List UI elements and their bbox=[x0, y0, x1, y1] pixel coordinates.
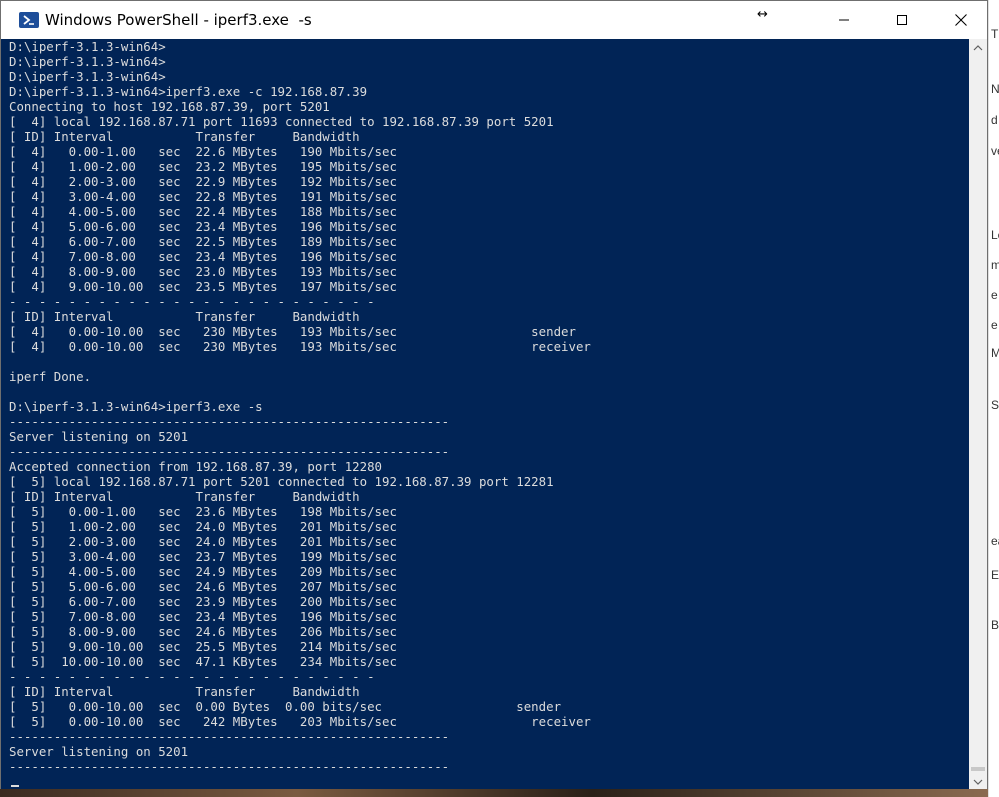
console-line: D:\iperf-3.1.3-win64>iperf3.exe -s bbox=[9, 399, 263, 414]
console-line: [ 5] 5.00-6.00 sec 24.6 MBytes 207 Mbits… bbox=[9, 579, 397, 594]
powershell-icon bbox=[19, 12, 39, 28]
background-text-fragment: E bbox=[991, 568, 999, 582]
maximize-icon bbox=[897, 15, 907, 25]
console-line: [ 5] 8.00-9.00 sec 24.6 MBytes 206 Mbits… bbox=[9, 624, 397, 639]
console-line: [ 4] 9.00-10.00 sec 23.5 MBytes 197 Mbit… bbox=[9, 279, 397, 294]
console-line: [ 4] 0.00-1.00 sec 22.6 MBytes 190 Mbits… bbox=[9, 144, 397, 159]
console-line: [ 4] 3.00-4.00 sec 22.8 MBytes 191 Mbits… bbox=[9, 189, 397, 204]
scroll-down-button[interactable] bbox=[969, 773, 987, 790]
console-line: [ 5] 6.00-7.00 sec 23.9 MBytes 200 Mbits… bbox=[9, 594, 397, 609]
console-line: [ 5] 7.00-8.00 sec 23.4 MBytes 196 Mbits… bbox=[9, 609, 397, 624]
console-line: Server listening on 5201 bbox=[9, 744, 189, 759]
resize-arrows-icon: ↔ bbox=[757, 7, 768, 22]
background-text-fragment: St bbox=[991, 398, 999, 412]
console-line: ----------------------------------------… bbox=[9, 759, 450, 774]
console-output[interactable]: D:\iperf-3.1.3-win64> D:\iperf-3.1.3-win6… bbox=[9, 39, 969, 791]
console-line: D:\iperf-3.1.3-win64> bbox=[9, 39, 166, 54]
powershell-window: Windows PowerShell - iperf3.exe -s ↔ D:\… bbox=[0, 0, 988, 797]
background-text-fragment: e bbox=[991, 288, 998, 302]
vertical-scrollbar[interactable] bbox=[969, 39, 987, 790]
close-button[interactable] bbox=[938, 1, 984, 39]
console-line: [ 5] 0.00-1.00 sec 23.6 MBytes 198 Mbits… bbox=[9, 504, 397, 519]
background-text-fragment: N bbox=[991, 82, 999, 96]
chevron-up-icon bbox=[973, 44, 983, 50]
console-line: [ 5] 0.00-10.00 sec 242 MBytes 203 Mbits… bbox=[9, 714, 591, 729]
window-title: Windows PowerShell - iperf3.exe -s bbox=[45, 11, 312, 29]
console-line: [ 4] 1.00-2.00 sec 23.2 MBytes 195 Mbits… bbox=[9, 159, 397, 174]
console-line: [ ID] Interval Transfer Bandwidth bbox=[9, 309, 360, 324]
desktop-wallpaper-strip bbox=[0, 789, 988, 797]
console-line: [ 4] 4.00-5.00 sec 22.4 MBytes 188 Mbits… bbox=[9, 204, 397, 219]
maximize-button[interactable] bbox=[879, 1, 925, 39]
console-line: [ 5] 1.00-2.00 sec 24.0 MBytes 201 Mbits… bbox=[9, 519, 397, 534]
console-line: [ 4] 6.00-7.00 sec 22.5 MBytes 189 Mbits… bbox=[9, 234, 397, 249]
console-line: [ 5] local 192.168.87.71 port 5201 conne… bbox=[9, 474, 554, 489]
scroll-up-button[interactable] bbox=[969, 39, 987, 56]
console-line: [ 5] 4.00-5.00 sec 24.9 MBytes 209 Mbits… bbox=[9, 564, 397, 579]
background-text-fragment: Le bbox=[991, 228, 999, 242]
console-line: iperf Done. bbox=[9, 369, 92, 384]
console-line: [ ID] Interval Transfer Bandwidth bbox=[9, 489, 360, 504]
console-line: - - - - - - - - - - - - - - - - - - - - … bbox=[9, 669, 375, 684]
console-line: D:\iperf-3.1.3-win64> bbox=[9, 54, 166, 69]
console-line: - - - - - - - - - - - - - - - - - - - - … bbox=[9, 294, 375, 309]
console-line: Connecting to host 192.168.87.39, port 5… bbox=[9, 99, 330, 114]
console-line: [ 4] 2.00-3.00 sec 22.9 MBytes 192 Mbits… bbox=[9, 174, 397, 189]
console-line: [ 5] 9.00-10.00 sec 25.5 MBytes 214 Mbit… bbox=[9, 639, 397, 654]
background-text-fragment: M bbox=[991, 346, 999, 360]
console-line: ----------------------------------------… bbox=[9, 729, 450, 744]
console-line: [ ID] Interval Transfer Bandwidth bbox=[9, 129, 360, 144]
console-line: [ 4] 0.00-10.00 sec 230 MBytes 193 Mbits… bbox=[9, 324, 576, 339]
console-line: [ 4] 7.00-8.00 sec 23.4 MBytes 196 Mbits… bbox=[9, 249, 397, 264]
console-line: [ 5] 0.00-10.00 sec 0.00 Bytes 0.00 bits… bbox=[9, 699, 562, 714]
scrollbar-thumb[interactable] bbox=[971, 767, 985, 771]
background-text-fragment: T bbox=[991, 27, 999, 41]
console-line: D:\iperf-3.1.3-win64>iperf3.exe -c 192.1… bbox=[9, 84, 368, 99]
console-line: [ ID] Interval Transfer Bandwidth bbox=[9, 684, 360, 699]
console-line: [ 5] 10.00-10.00 sec 47.1 KBytes 234 Mbi… bbox=[9, 654, 397, 669]
console-line: ----------------------------------------… bbox=[9, 414, 450, 429]
console-line: [ 4] 5.00-6.00 sec 23.4 MBytes 196 Mbits… bbox=[9, 219, 397, 234]
console-line: [ 4] 0.00-10.00 sec 230 MBytes 193 Mbits… bbox=[9, 339, 591, 354]
background-text-fragment: m bbox=[991, 258, 999, 272]
console-line: Accepted connection from 192.168.87.39, … bbox=[9, 459, 382, 474]
background-text-fragment: Bi bbox=[991, 618, 999, 632]
console-line: [ 4] 8.00-9.00 sec 23.0 MBytes 193 Mbits… bbox=[9, 264, 397, 279]
console-line: ----------------------------------------… bbox=[9, 444, 450, 459]
console-line: [ 5] 2.00-3.00 sec 24.0 MBytes 201 Mbits… bbox=[9, 534, 397, 549]
text-cursor bbox=[11, 785, 19, 787]
background-text-fragment: ve bbox=[991, 144, 999, 158]
close-icon bbox=[955, 14, 967, 26]
chevron-down-icon bbox=[973, 779, 983, 785]
console-line: [ 4] local 192.168.87.71 port 11693 conn… bbox=[9, 114, 554, 129]
console-line: D:\iperf-3.1.3-win64> bbox=[9, 69, 166, 84]
title-bar[interactable]: Windows PowerShell - iperf3.exe -s ↔ bbox=[1, 1, 987, 39]
minimize-icon bbox=[839, 19, 849, 21]
background-text-fragment: e bbox=[991, 318, 998, 332]
background-text-fragment: d bbox=[991, 113, 998, 127]
background-text-fragment: ea bbox=[991, 534, 999, 548]
console-line: [ 5] 3.00-4.00 sec 23.7 MBytes 199 Mbits… bbox=[9, 549, 397, 564]
minimize-button[interactable] bbox=[821, 1, 867, 39]
console-line: Server listening on 5201 bbox=[9, 429, 189, 444]
